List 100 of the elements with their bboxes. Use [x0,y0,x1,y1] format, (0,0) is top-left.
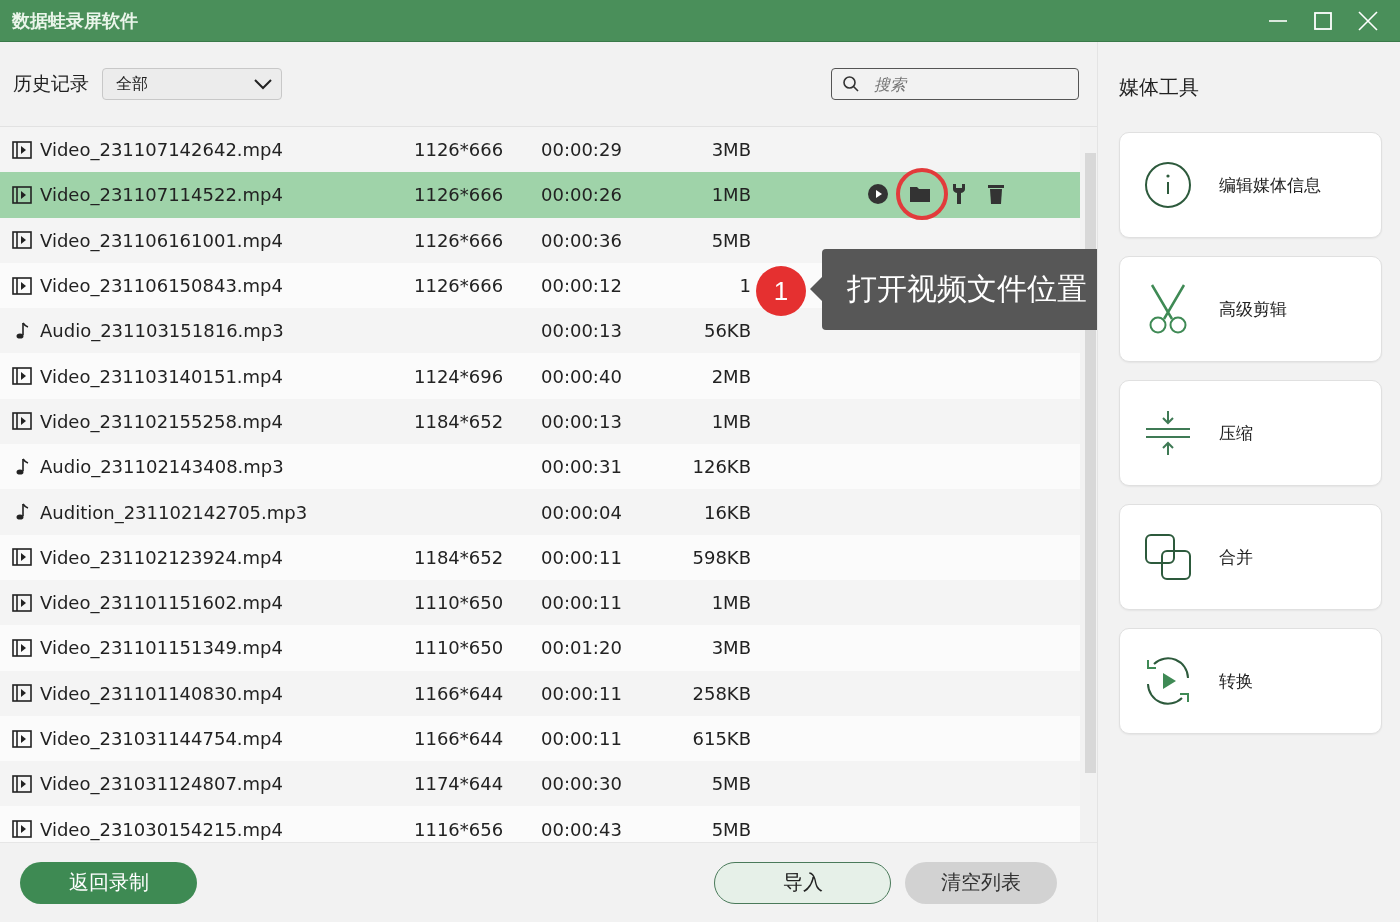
duration: 00:00:26 [541,184,622,206]
file-row[interactable]: Video_231102123924.mp4 1184*652 00:00:11 598KB [0,534,1080,580]
resolution: 1116*656 [414,818,504,840]
file-name: Video_231030154215.mp4 [40,818,283,840]
file-row[interactable]: Video_231030154215.mp4 1116*656 00:00:43 5MB [0,806,1080,842]
file-size: 56KB [703,320,751,342]
file-size: 2MB [711,365,751,387]
resolution: 1126*666 [414,139,504,161]
duration: 00:00:13 [541,410,622,432]
window-title: 数据蛙录屏软件 [12,8,138,33]
file-name: Video_231103140151.mp4 [40,365,283,387]
video-file-icon [12,820,32,839]
duration: 00:00:11 [541,592,622,614]
file-size: 1MB [711,184,751,206]
tool-label: 高级剪辑 [1219,297,1287,321]
tool-card[interactable]: 转换 [1119,628,1382,734]
resolution: 1110*650 [414,592,504,614]
duration: 00:00:13 [541,320,622,342]
tool-card[interactable]: 高级剪辑 [1119,256,1382,362]
duration: 00:00:12 [541,275,622,297]
play-icon[interactable] [867,183,889,206]
trash-icon[interactable] [987,183,1005,206]
duration: 00:00:29 [541,139,622,161]
convert-icon [1144,656,1192,706]
resolution: 1174*644 [414,773,504,795]
file-name: Video_231107142642.mp4 [40,139,283,161]
tool-card[interactable]: 合并 [1119,504,1382,610]
duration: 00:00:11 [541,728,622,749]
video-file-icon [12,276,32,295]
file-size: 5MB [711,818,751,840]
duration: 00:00:30 [541,773,622,795]
file-name: Video_231106161001.mp4 [40,229,283,251]
tool-card[interactable]: 编辑媒体信息 [1119,132,1382,238]
file-name: Video_231031144754.mp4 [40,728,283,749]
file-name: Video_231101151602.mp4 [40,592,283,614]
resolution: 1166*644 [414,728,504,749]
history-label: 历史记录 [13,71,89,96]
file-size: 5MB [711,773,751,795]
close-icon[interactable] [1358,10,1378,31]
video-file-icon [12,729,32,748]
file-name: Video_231102123924.mp4 [40,546,283,568]
resolution: 1126*666 [414,275,504,297]
file-name: Audio_231103151816.mp3 [40,320,284,342]
file-size: 258KB [692,682,751,704]
filter-dropdown[interactable]: 全部 [102,68,282,100]
search-field[interactable]: 搜索 [831,68,1079,100]
duration: 00:00:31 [541,456,622,478]
video-file-icon [12,684,32,703]
tool-card[interactable]: 压缩 [1119,380,1382,486]
clear-list-button[interactable]: 清空列表 [905,861,1057,904]
resolution: 1126*666 [414,229,504,251]
video-file-icon [12,185,32,204]
folder-icon[interactable] [909,184,931,205]
video-file-icon [12,548,32,567]
file-size: 1MB [711,410,751,432]
video-file-icon [12,367,32,386]
file-name: Video_231107114522.mp4 [40,184,283,206]
wrench-icon[interactable] [951,183,967,206]
file-size: 598KB [692,546,751,568]
duration: 00:00:11 [541,682,622,704]
duration: 00:00:36 [541,229,622,251]
tool-label: 转换 [1219,669,1253,693]
chevron-down-icon [253,78,273,90]
file-size: 1 [739,275,751,297]
back-to-record-button[interactable]: 返回录制 [20,861,197,904]
file-size: 3MB [711,139,751,161]
video-file-icon [12,774,32,793]
file-size: 1MB [711,592,751,614]
highlight-circle [895,167,949,221]
video-file-icon [12,412,32,431]
file-row[interactable]: Video_231107114522.mp4 1126*666 00:00:26 1MB [0,172,1080,218]
resolution: 1184*652 [414,546,504,568]
file-name: Audition_231102142705.mp3 [40,501,308,523]
file-row[interactable]: Video_231031144754.mp4 1166*644 00:00:11 615KB [0,715,1080,762]
video-file-icon [12,231,32,250]
file-row[interactable]: Video_231103140151.mp4 1124*696 00:00:40 2MB [0,353,1080,399]
resolution: 1126*666 [414,184,504,206]
file-name: Video_231102155258.mp4 [40,410,283,432]
duration: 00:00:43 [541,818,622,840]
video-file-icon [12,638,32,657]
file-size: 5MB [711,229,751,251]
video-file-icon [12,593,32,612]
resolution: 1184*652 [414,410,504,432]
file-row[interactable]: Audio_231102143408.mp3 00:00:31 126KB [0,444,1080,490]
file-row[interactable]: Video_231101151349.mp4 1110*650 00:01:20 3MB [0,625,1080,671]
file-name: Video_231031124807.mp4 [40,773,283,795]
info-icon [1144,161,1192,209]
search-icon [842,75,860,93]
file-name: Audio_231102143408.mp3 [40,456,284,478]
tool-label: 合并 [1219,545,1253,569]
import-button[interactable]: 导入 [714,861,891,904]
duration: 00:00:40 [541,365,622,387]
duration: 00:01:20 [541,637,622,659]
resolution: 1110*650 [414,637,504,659]
file-size: 3MB [711,637,751,659]
maximize-icon[interactable] [1313,10,1333,31]
file-size: 16KB [703,501,751,523]
file-size: 126KB [692,456,751,478]
panel-title: 媒体工具 [1119,73,1200,101]
resolution: 1124*696 [414,365,504,387]
